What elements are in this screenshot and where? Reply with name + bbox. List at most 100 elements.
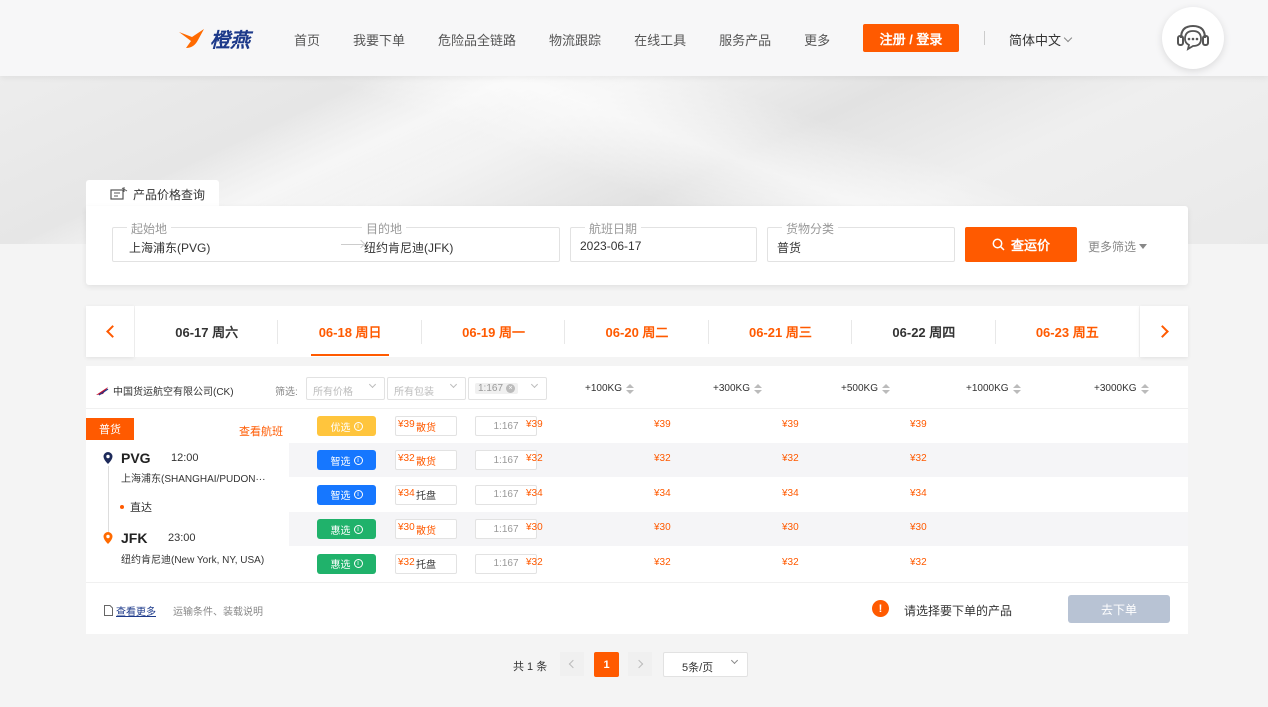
price-cell[interactable]: ¥30 [526,522,543,533]
view-more-label: 查看更多 [116,607,156,618]
product-tier-badge: 惠选 i [317,519,376,540]
date-tab[interactable]: 06-22 周四 [852,306,996,357]
nav-tracking[interactable]: 物流跟踪 [549,30,601,49]
close-icon[interactable]: × [506,384,516,393]
date-tab[interactable]: 06-20 周二 [565,306,709,357]
destination-value[interactable]: 纽约肯尼迪(JFK) [364,239,453,256]
weight-col-100[interactable]: +100KG [585,383,634,394]
logo[interactable]: 橙燕 [178,24,250,53]
prev-page-button[interactable] [560,652,584,676]
more-filter-toggle[interactable]: 更多筛选 [1088,238,1148,255]
weight-col-300[interactable]: +300KG [713,383,762,394]
cargo-type-value: 普货 [777,241,802,255]
next-date-button[interactable] [1140,306,1188,357]
product-tier-badge: 惠选 i [317,553,376,574]
date-tab[interactable]: 06-18 周日 [278,306,422,357]
price-cell[interactable]: ¥34 [398,488,415,499]
price-query-tab[interactable]: 产品价格查询 [86,180,219,208]
table-row[interactable]: 惠选 i 散货 1:167 ¥30 ¥30 ¥30 ¥30 ¥30 [289,512,1188,547]
page-size-select[interactable]: 5条/页 [663,652,748,677]
info-icon[interactable]: i [353,455,363,465]
main-menu: 首页 我要下单 危险品全链路 物流跟踪 在线工具 服务产品 更多 [294,30,863,49]
transport-terms[interactable]: 运输条件、装载说明 [173,603,263,618]
date-tab[interactable]: 06-17 周六 [135,306,279,357]
pagination: 共 1 条 1 5条/页 [0,652,1268,677]
nav-more[interactable]: 更多 [804,30,830,49]
price-cell[interactable]: ¥32 [910,557,927,568]
nav-place-order[interactable]: 我要下单 [353,30,405,49]
table-row[interactable]: 惠选 i 托盘 1:167 ¥32 ¥32 ¥32 ¥32 ¥32 [289,547,1188,581]
weight-col-1000[interactable]: +1000KG [966,383,1021,394]
price-cell[interactable]: ¥32 [398,453,415,464]
airline-name: 中国货运航空有限公司(CK) [113,387,234,398]
place-order-button[interactable]: 去下单 [1068,595,1170,623]
route-field[interactable]: 起始地 上海浦东(PVG) 目的地 纽约肯尼迪(JFK) [112,220,560,262]
language-selector[interactable]: 简体中文 [1009,30,1073,49]
price-cell[interactable]: ¥39 [654,419,671,430]
origin-name: 上海浦东(SHANGHAI/PUDON··· [121,474,266,485]
view-flights-link[interactable]: 查看航班 [239,423,283,439]
price-cell[interactable]: ¥34 [654,488,671,499]
price-cell[interactable]: ¥32 [526,453,543,464]
product-tier-badge: 智选 i [317,450,376,471]
weight-col-500[interactable]: +500KG [841,383,890,394]
price-cell[interactable]: ¥39 [782,419,799,430]
price-cell[interactable]: ¥32 [782,453,799,464]
table-row[interactable]: 智选 i 托盘 1:167 ¥34 ¥34 ¥34 ¥34 ¥34 [289,478,1188,512]
price-cell[interactable]: ¥34 [782,488,799,499]
price-cell[interactable]: ¥32 [782,557,799,568]
destination-code: JFK [121,530,148,546]
origin-value[interactable]: 上海浦东(PVG) [129,239,210,256]
price-cell[interactable]: ¥32 [654,557,671,568]
more-filter-label: 更多筛选 [1088,240,1137,254]
price-cell[interactable]: ¥30 [654,522,671,533]
current-page[interactable]: 1 [594,652,619,677]
info-icon[interactable]: i [353,421,363,431]
search-price-button[interactable]: 查运价 [965,227,1077,262]
price-cell[interactable]: ¥30 [398,522,415,533]
price-cell[interactable]: ¥39 [398,419,415,430]
info-icon[interactable]: i [353,524,363,534]
info-icon[interactable]: i [353,559,363,569]
price-cell[interactable]: ¥30 [910,522,927,533]
language-label: 简体中文 [1009,33,1062,48]
table-row[interactable]: 智选 i 散货 1:167 ¥32 ¥32 ¥32 ¥32 ¥32 [289,443,1188,478]
price-cell[interactable]: ¥32 [398,557,415,568]
info-icon[interactable]: i [353,490,363,500]
price-cell[interactable]: ¥32 [910,453,927,464]
login-register-button[interactable]: 注册 / 登录 [863,24,959,52]
price-cell[interactable]: ¥34 [526,488,543,499]
price-filter-select[interactable]: 所有价格 [306,377,385,400]
nav-home[interactable]: 首页 [294,30,320,49]
weight-col-label: +500KG [841,383,878,394]
tab-label: 产品价格查询 [133,187,206,202]
table-row[interactable]: 优选 i 散货 1:167 ¥39 ¥39 ¥39 ¥39 ¥39 [289,409,1188,443]
prev-date-button[interactable] [86,306,134,357]
price-cell[interactable]: ¥32 [526,557,543,568]
view-more-link[interactable]: 查看更多 [104,603,156,618]
date-tab[interactable]: 06-21 周三 [709,306,853,357]
price-cell[interactable]: ¥30 [782,522,799,533]
sort-icon [625,383,634,394]
weight-col-3000[interactable]: +3000KG [1094,383,1149,394]
date-tab[interactable]: 06-23 周五 [996,306,1139,357]
next-page-button[interactable] [628,652,652,676]
sort-icon [1012,383,1021,394]
nav-dangerous-goods[interactable]: 危险品全链路 [438,30,516,49]
filter-label: 筛选: [275,387,298,398]
packaging-filter-select[interactable]: 所有包装 [387,377,466,400]
support-button[interactable] [1162,7,1224,69]
price-cell[interactable]: ¥32 [654,453,671,464]
origin-pin-icon [103,452,113,464]
price-cell[interactable]: ¥39 [910,419,927,430]
date-tab[interactable]: 06-19 周一 [422,306,566,357]
nav-online-tools[interactable]: 在线工具 [634,30,686,49]
price-cell[interactable]: ¥39 [526,419,543,430]
nav-services[interactable]: 服务产品 [719,30,771,49]
price-cell[interactable]: ¥34 [910,488,927,499]
cargo-type-label: 货物分类 [782,220,839,237]
flight-date-field[interactable]: 航班日期 2023-06-17 [570,220,757,262]
nav-divider [984,31,985,45]
ratio-filter-select[interactable]: 1:167 × [468,377,547,400]
cargo-type-field[interactable]: 货物分类 普货 [767,220,955,262]
